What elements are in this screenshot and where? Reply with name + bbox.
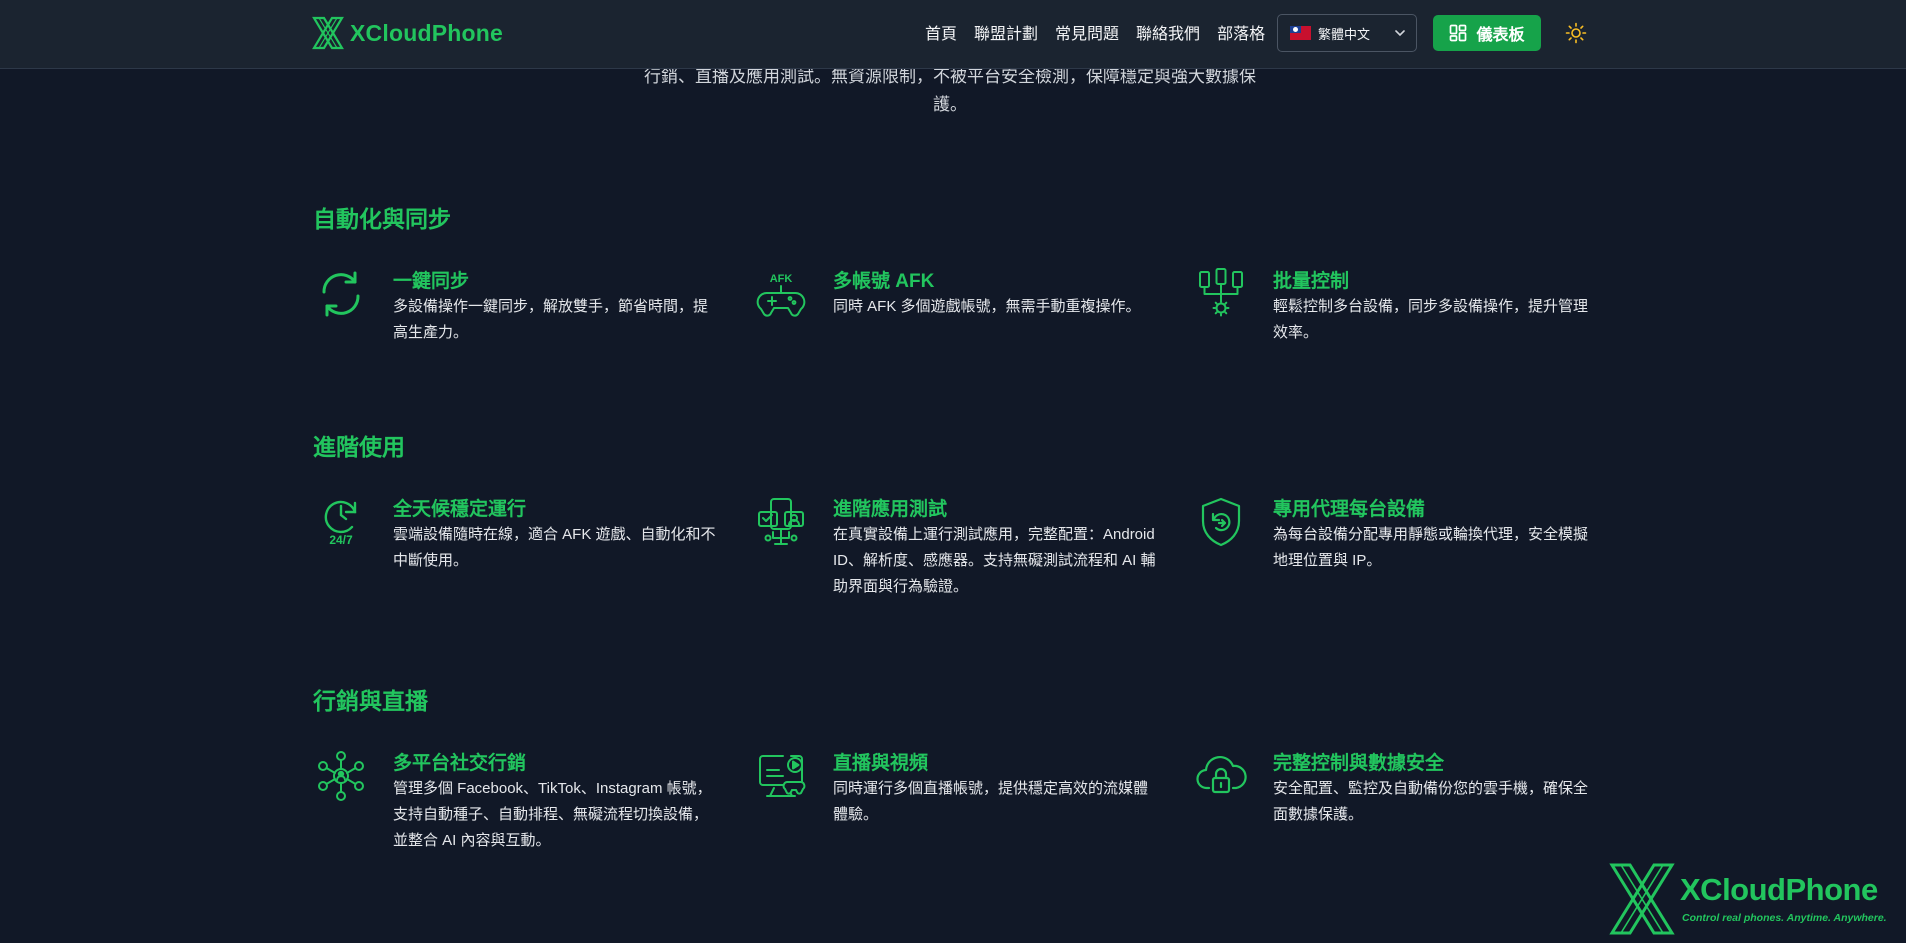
feature-description: 在真實設備上運行測試應用，完整配置：Android ID、解析度、感應器。支持無… [833, 526, 1156, 595]
proxy-shield-icon [1201, 497, 1241, 547]
language-selector[interactable]: 繁體中文 [1277, 14, 1417, 52]
intro-line-2: 護。 [933, 95, 967, 114]
taiwan-flag-icon [1290, 26, 1311, 40]
brand-logo-link[interactable]: XCloudPhone [312, 16, 503, 50]
feature-card-batch-control: 批量控制 輕鬆控制多台設備，同步多設備操作，提升管理效率。 [1193, 266, 1593, 376]
feature-card-social-marketing: 多平台社交行銷 管理多個 Facebook、TikTok、Instagram 帳… [313, 748, 713, 868]
feature-card-proxy: 專用代理每台設備 為每台設備分配專用靜態或輪換代理，安全模擬地理位置與 IP。 [1193, 494, 1593, 604]
sync-icon [322, 271, 360, 317]
afk-icon-text: AFK [770, 273, 793, 285]
feature-description: 安全配置、監控及自動備份您的雲手機，確保全面數據保護。 [1273, 780, 1589, 823]
intro-paragraph: 行銷、直播及應用測試。無資源限制，不被平台安全檢測，保障穩定與強大數據保 護。 [620, 63, 1280, 119]
feature-title: 全天候穩定運行 [393, 499, 527, 520]
feature-description: 同時運行多個直播帳號，提供穩定高效的流媒體體驗。 [833, 780, 1149, 823]
cloud-lock-icon [1196, 756, 1247, 794]
social-network-icon [318, 751, 364, 801]
main-nav: 首頁 聯盟計劃 常見問題 聯絡我們 部落格 [925, 20, 1265, 44]
app-testing-icon [758, 498, 804, 545]
feature-title: 一鍵同步 [393, 271, 470, 292]
feature-description: 多設備操作一鍵同步，解放雙手，節省時間，提高生產力。 [393, 298, 709, 341]
feature-title: 多帳號 AFK [833, 271, 935, 292]
livestream-icon [759, 755, 806, 797]
dashboard-label: 儀表板 [1476, 27, 1525, 44]
brand-name: XCloudPhone [350, 19, 503, 46]
feature-card-24-7: 24/7 全天候穩定運行 雲端設備隨時在線，適合 AFK 遊戲、自動化和不中斷使… [313, 494, 716, 604]
dashboard-grid-icon [1450, 24, 1467, 42]
nav-contact[interactable]: 聯絡我們 [1136, 20, 1200, 44]
chevron-down-icon [1395, 30, 1405, 37]
feature-card-app-testing: 進階應用測試 在真實設備上運行測試應用，完整配置：Android ID、解析度、… [753, 494, 1156, 604]
top-navbar: XCloudPhone 首頁 聯盟計劃 常見問題 聯絡我們 部落格 繁體中文 儀… [0, 0, 1906, 69]
section-title-advanced: 進階使用 [313, 434, 405, 460]
feature-card-sync: 一鍵同步 多設備操作一鍵同步，解放雙手，節省時間，提高生產力。 [313, 266, 713, 376]
clock-icon-text: 24/7 [329, 533, 353, 547]
dashboard-button[interactable]: 儀表板 [1433, 15, 1541, 51]
xcloudphone-watermark-icon [1609, 863, 1675, 935]
feature-description: 為每台設備分配專用靜態或輪換代理，安全模擬地理位置與 IP。 [1273, 526, 1589, 569]
xcloudphone-logo-icon [312, 16, 344, 50]
watermark-brand-name: XCloudPhone [1680, 872, 1878, 907]
feature-title: 多平台社交行銷 [393, 753, 527, 774]
feature-card-data-security: 完整控制與數據安全 安全配置、監控及自動備份您的雲手機，確保全面數據保護。 [1193, 748, 1593, 858]
nav-affiliate[interactable]: 聯盟計劃 [974, 20, 1038, 44]
feature-card-livestream: 直播與視頻 同時運行多個直播帳號，提供穩定高效的流媒體體驗。 [753, 748, 1153, 858]
watermark-tagline: Control real phones. Anytime. Anywhere. [1682, 912, 1887, 924]
watermark-logo: XCloudPhone Control real phones. Anytime… [1608, 862, 1898, 938]
feature-title: 完整控制與數據安全 [1273, 753, 1445, 774]
section-title-automation: 自動化與同步 [313, 206, 451, 232]
feature-title: 直播與視頻 [833, 753, 929, 774]
feature-card-afk: AFK 多帳號 AFK 同時 AFK 多個遊戲帳號，無需手動重複操作。 [753, 266, 1153, 376]
theme-toggle-sun-icon[interactable] [1565, 22, 1587, 44]
language-label: 繁體中文 [1318, 26, 1371, 42]
feature-description: 輕鬆控制多台設備，同步多設備操作，提升管理效率。 [1273, 298, 1589, 341]
feature-title: 進階應用測試 [833, 499, 948, 520]
feature-title: 專用代理每台設備 [1273, 499, 1426, 520]
afk-gamepad-icon: AFK [756, 273, 806, 317]
nav-home[interactable]: 首頁 [925, 20, 957, 44]
clock-24-7-icon: 24/7 [324, 500, 357, 547]
feature-description: 雲端設備隨時在線，適合 AFK 遊戲、自動化和不中斷使用。 [393, 526, 716, 569]
nav-blog[interactable]: 部落格 [1217, 20, 1265, 44]
feature-title: 批量控制 [1273, 271, 1350, 292]
feature-description: 管理多個 Facebook、TikTok、Instagram 帳號，支持自動種子… [393, 780, 712, 849]
nav-faq[interactable]: 常見問題 [1055, 20, 1119, 44]
section-title-marketing: 行銷與直播 [313, 688, 428, 714]
feature-description: 同時 AFK 多個遊戲帳號，無需手動重複操作。 [833, 298, 1141, 315]
batch-control-icon [1199, 268, 1243, 317]
